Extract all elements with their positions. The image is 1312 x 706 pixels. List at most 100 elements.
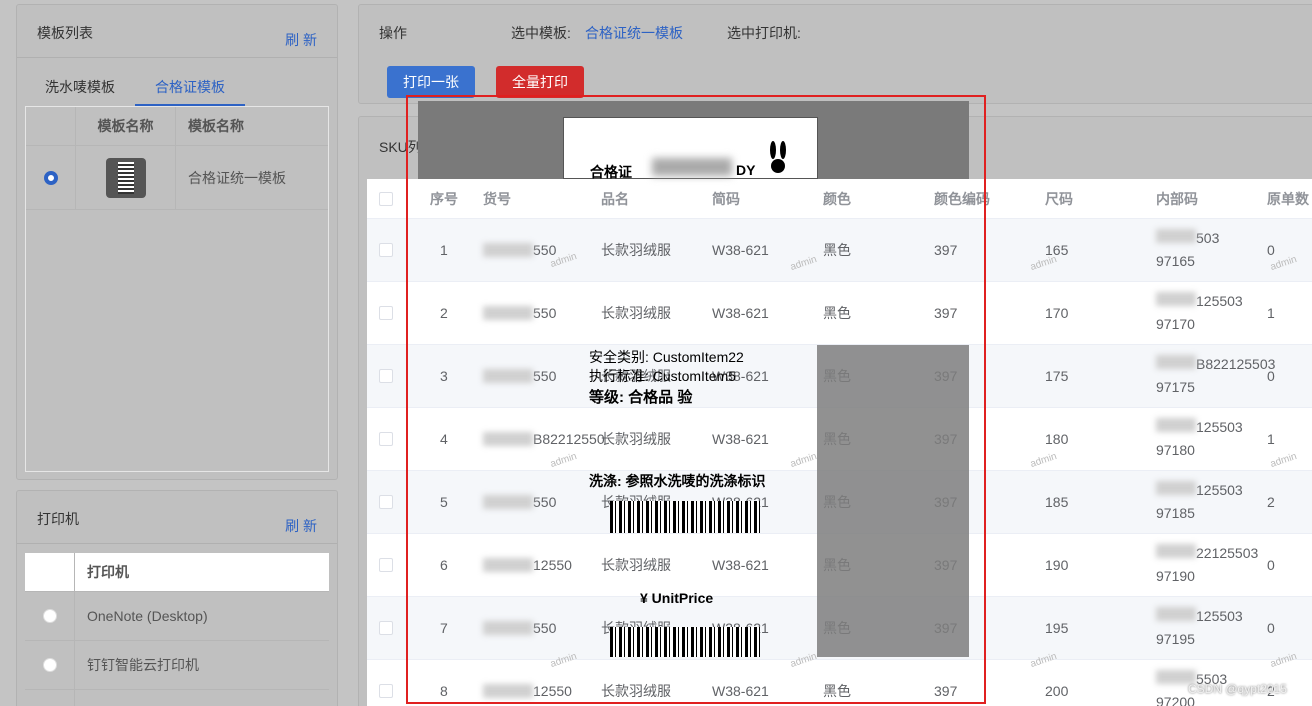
row-sku: 550 [483,219,556,281]
row-checkbox[interactable] [379,432,393,446]
printer-row[interactable]: 钉钉智能云打印机 [75,641,329,690]
template-row-name[interactable]: 合格证统一模板 [176,146,328,210]
column-header-name-2: 模板名称 [176,107,328,146]
row-name: 长款羽绒服 [601,620,671,636]
row-color: 黑色 [823,494,851,510]
select-all-checkbox[interactable] [379,191,393,206]
column-header: 尺码 [1045,190,1073,207]
row-color-code: 397 [934,557,958,573]
operations-panel: 操作 选中模板: 合格证统一模板 选中打印机: 打印一张 全量打印 [358,4,1312,104]
row-color-code: 397 [934,368,958,384]
row-code: W38-621 [712,620,769,636]
table-row[interactable]: 3 550 长款羽绒服 W38-621 黑色 397 175 B822125503 97175 0 [367,345,1312,408]
row-sku: B82212550 [483,408,605,470]
row-checkbox[interactable] [379,243,393,257]
row-code: W38-621 [712,368,769,384]
row-inner-code: B822125503 97175 [1156,355,1276,395]
row-color: 黑色 [823,305,851,321]
printer-radio[interactable] [42,609,57,623]
row-no: 4 [440,431,448,447]
row-checkbox[interactable] [379,306,393,320]
column-header: 序号 [430,190,458,207]
template-radio-selected[interactable] [43,170,58,185]
template-list-title: 模板列表 [37,25,93,41]
row-qty: 0 [1267,620,1275,636]
printer-refresh-button[interactable]: 刷 新 [285,516,317,536]
print-all-button[interactable]: 全量打印 [496,66,584,98]
row-color-code: 397 [934,494,958,510]
table-row[interactable]: 2 550 长款羽绒服 W38-621 黑色 397 170 125503 97170 1 [367,282,1312,345]
row-no: 5 [440,494,448,510]
row-no: 3 [440,368,448,384]
selected-template-label: 选中模板: [511,25,571,41]
row-qty: 0 [1267,557,1275,573]
row-code: W38-621 [712,305,769,321]
row-color-code: 397 [934,683,958,699]
table-row[interactable]: 5 550 长款羽绒服 W38-621 黑色 397 185 125503 97185 2 [367,471,1312,534]
row-size: 195 [1045,620,1069,636]
row-size: 185 [1045,494,1069,510]
print-one-button[interactable]: 打印一张 [387,66,475,98]
column-header: 货号 [483,190,511,207]
row-inner-code: 125503 97180 [1156,418,1243,458]
row-qty: 2 [1267,494,1275,510]
row-qty: 0 [1267,368,1275,384]
column-header: 简码 [712,190,740,207]
row-size: 165 [1045,242,1069,258]
divider [17,543,337,544]
row-color: 黑色 [823,557,851,573]
table-row[interactable]: 1 550 长款羽绒服 W38-621 黑色 397 165 503 97165 0 [367,219,1312,282]
row-code: W38-621 [712,431,769,447]
table-row-radio-cell[interactable] [26,146,76,210]
row-name: 长款羽绒服 [601,557,671,573]
row-code: W38-621 [712,494,769,510]
column-header: 颜色编码 [934,190,990,207]
table-header-row: 序号 货号 品名 简码 颜色 颜色编码 尺码 内部码 原单数 [367,179,1312,219]
row-code: W38-621 [712,557,769,573]
row-inner-code: 22125503 97190 [1156,544,1259,584]
template-thumbnail-icon [106,157,146,198]
row-checkbox[interactable] [379,621,393,635]
table-row[interactable]: 4 B82212550 长款羽绒服 W38-621 黑色 397 180 125503 9718… [367,408,1312,471]
row-code: W38-621 [712,683,769,699]
row-no: 2 [440,305,448,321]
row-name: 长款羽绒服 [601,305,671,321]
printer-panel-title: 打印机 [37,511,79,527]
row-checkbox[interactable] [379,495,393,509]
row-code: W38-621 [712,242,769,258]
column-header: 内部码 [1156,190,1198,207]
row-name: 长款羽绒服 [601,368,671,384]
template-tabs: 洗水唛模板 合格证模板 [17,67,337,107]
table-row[interactable]: 7 550 长款羽绒服 W38-621 黑色 397 195 125503 97195 0 [367,597,1312,660]
operations-title: 操作 [379,25,407,41]
table-row[interactable]: 6 12550 长款羽绒服 W38-621 黑色 397 190 22125503 97190 0 [367,534,1312,597]
row-color: 黑色 [823,683,851,699]
row-color-code: 397 [934,431,958,447]
row-size: 175 [1045,368,1069,384]
row-no: 7 [440,620,448,636]
row-inner-code: 503 97165 [1156,229,1220,269]
row-sku: 550 [483,345,556,407]
row-size: 200 [1045,683,1069,699]
row-sku: 550 [483,597,556,659]
column-header: 原单数 [1267,190,1309,207]
template-table: 模板名称 模板名称 合格证统一模板 [25,106,329,472]
row-color: 黑色 [823,242,851,258]
row-checkbox[interactable] [379,684,393,698]
row-color: 黑色 [823,620,851,636]
row-name: 长款羽绒服 [601,242,671,258]
row-color-code: 397 [934,242,958,258]
row-checkbox[interactable] [379,558,393,572]
printer-radio[interactable] [42,658,57,672]
row-size: 190 [1045,557,1069,573]
row-inner-code: 125503 97195 [1156,607,1243,647]
column-header: 品名 [601,190,629,207]
table-row[interactable]: 8 12550 长款羽绒服 W38-621 黑色 397 200 5503 97200 2 [367,660,1312,706]
row-name: 长款羽绒服 [601,683,671,699]
tab-wash-label[interactable]: 洗水唛模板 [45,77,115,97]
row-checkbox[interactable] [379,369,393,383]
printer-row[interactable]: OneNote (Desktop) [75,592,329,641]
tab-certificate[interactable]: 合格证模板 [155,77,225,97]
sku-panel-title: SKU列 [379,139,422,155]
template-refresh-button[interactable]: 刷 新 [285,30,317,50]
